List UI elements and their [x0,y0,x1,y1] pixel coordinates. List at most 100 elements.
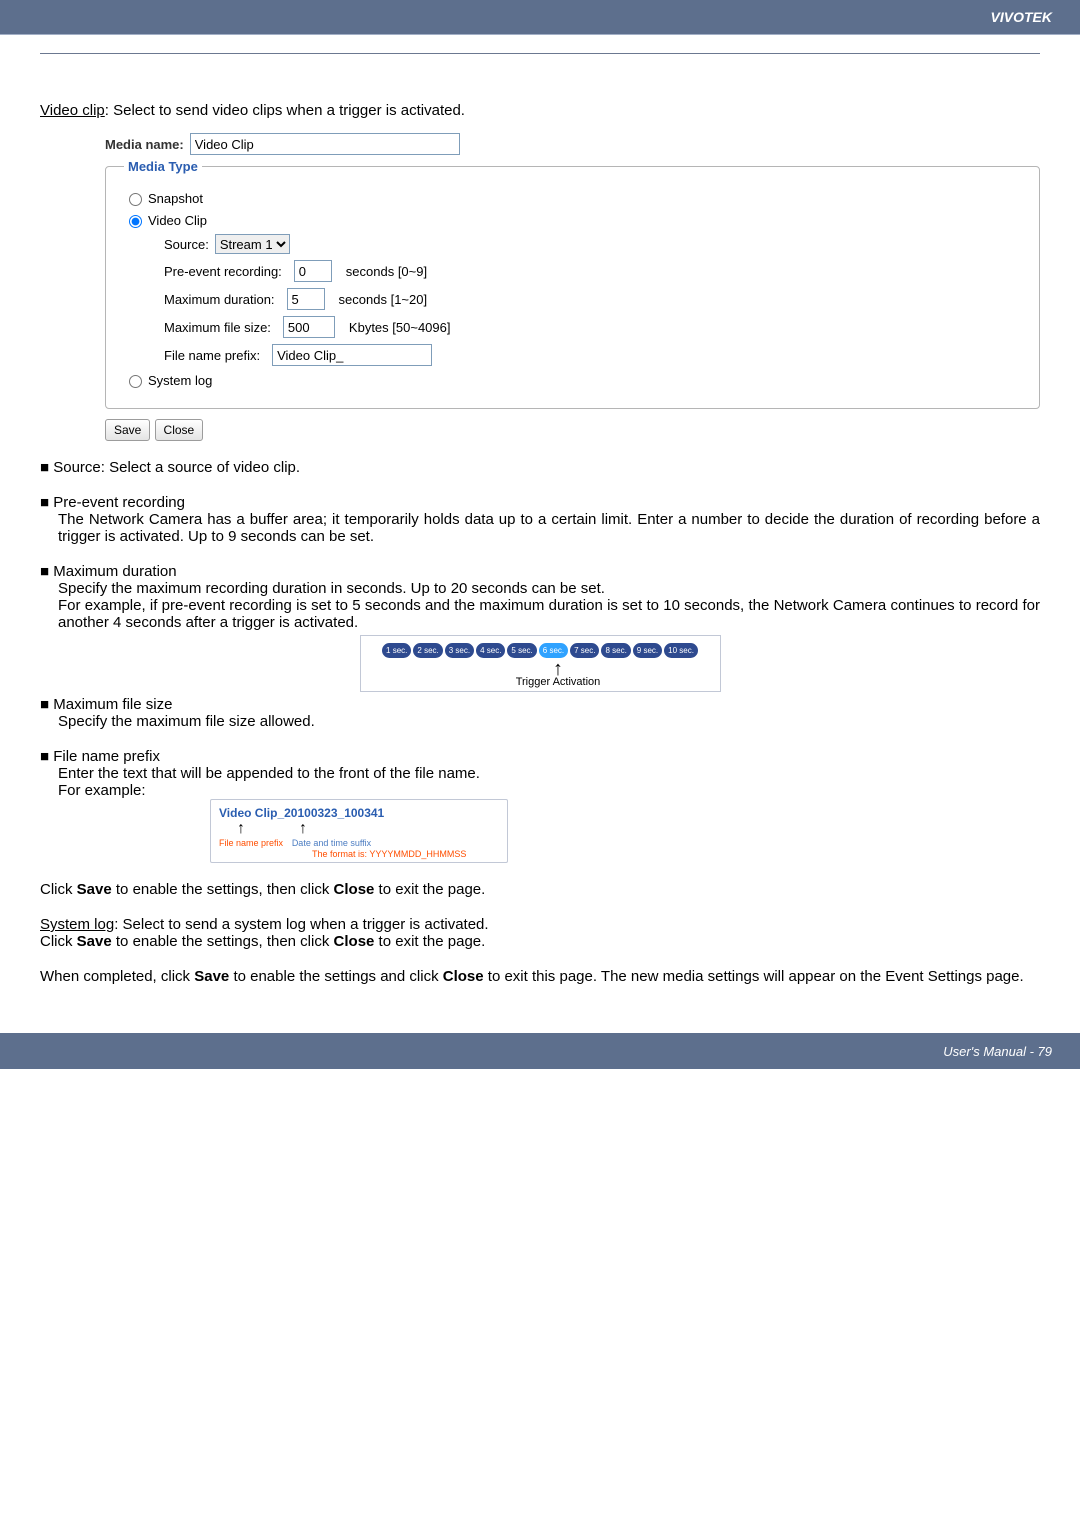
video-clip-label: Video Clip [148,213,207,228]
arrow-up-icon: ↑ [404,662,713,676]
file-name-format: The format is: YYYYMMDD_HHMMSS [312,849,499,859]
final-paragraph: When completed, click Save to enable the… [40,968,1040,985]
text: to exit the page. [374,933,485,950]
pre-event-input[interactable] [294,260,332,282]
max-duration-p2: For example, if pre-event recording is s… [58,597,1040,631]
save-button[interactable]: Save [105,419,150,441]
timeline-caption: Trigger Activation [404,676,713,688]
media-name-row: Media name: [105,133,1040,155]
pre-event-row: Pre-event recording: seconds [0~9] [164,260,1021,282]
pill-5: 5 sec. [507,643,536,658]
text: to exit this page. The new media setting… [484,968,1024,985]
snapshot-label: Snapshot [148,191,203,206]
close-bold: Close [334,933,375,950]
media-form: Media name: Media Type Snapshot Video Cl… [105,133,1040,441]
system-log-option[interactable]: System log [124,372,1021,388]
text: Click [40,881,77,898]
max-duration-row: Maximum duration: seconds [1~20] [164,288,1021,310]
max-size-head: Maximum file size [40,696,1040,713]
media-type-fieldset: Media Type Snapshot Video Clip Source: S… [105,159,1040,409]
text: to enable the settings, then click [112,933,334,950]
system-log-underline: System log [40,916,114,933]
pre-event-head: Pre-event recording [40,494,1040,511]
close-bold: Close [443,968,484,985]
arrow-up-icon: ↑ [299,820,307,838]
page-body: Video clip: Select to send video clips w… [0,54,1080,1009]
system-log-after: : Select to send a system log when a tri… [114,916,488,933]
media-name-label: Media name: [105,137,184,152]
media-name-input[interactable] [190,133,460,155]
for-example-label: For example: [58,782,1040,799]
text: to enable the settings, then click [112,881,334,898]
pill-1: 1 sec. [382,643,411,658]
source-row: Source: Stream 1 [164,234,1021,254]
pre-event-label: Pre-event recording: [164,264,282,279]
video-clip-underline: Video clip [40,102,105,119]
file-prefix-text: Enter the text that will be appended to … [58,765,1040,782]
file-name-suffix-label: Date and time suffix [292,838,371,848]
pre-event-suffix: seconds [0~9] [346,264,427,279]
snapshot-radio[interactable] [129,193,142,206]
snapshot-option[interactable]: Snapshot [124,190,1021,206]
file-prefix-label: File name prefix: [164,348,260,363]
pill-4: 4 sec. [476,643,505,658]
source-label: Source: [164,237,209,252]
close-button[interactable]: Close [155,419,204,441]
pill-8: 8 sec. [601,643,630,658]
media-type-legend: Media Type [124,159,202,174]
arrow-up-icon: ↑ [237,820,245,838]
video-clip-option[interactable]: Video Clip [124,212,1021,228]
footer-band: User's Manual - 79 [0,1033,1080,1069]
file-prefix-input[interactable] [272,344,432,366]
pill-6: 6 sec. [539,643,568,658]
max-size-input[interactable] [283,316,335,338]
source-bullet: Source: Select a source of video clip. [40,459,1040,476]
source-select[interactable]: Stream 1 [215,234,290,254]
brand: VIVOTEK [991,9,1052,25]
intro-after: : Select to send video clips when a trig… [105,102,465,119]
save-close-line-1: Click Save to enable the settings, then … [40,881,1040,898]
max-size-suffix: Kbytes [50~4096] [349,320,451,335]
timeline-diagram: 1 sec. 2 sec. 3 sec. 4 sec. 5 sec. 6 sec… [360,635,721,692]
intro-line: Video clip: Select to send video clips w… [40,102,1040,119]
page-number: User's Manual - 79 [943,1044,1052,1059]
pill-9: 9 sec. [633,643,662,658]
button-row: Save Close [105,419,1040,441]
save-bold: Save [77,933,112,950]
system-log-line: System log: Select to send a system log … [40,916,1040,933]
max-size-row: Maximum file size: Kbytes [50~4096] [164,316,1021,338]
max-size-text: Specify the maximum file size allowed. [58,713,1040,730]
file-name-sample: Video Clip_20100323_100341 [219,806,499,820]
pre-event-text: The Network Camera has a buffer area; it… [58,511,1040,545]
max-duration-suffix: seconds [1~20] [339,292,428,307]
file-prefix-row: File name prefix: [164,344,1021,366]
max-duration-p1: Specify the maximum recording duration i… [58,580,1040,597]
max-duration-label: Maximum duration: [164,292,275,307]
header-band: VIVOTEK [0,0,1080,35]
system-log-radio[interactable] [129,375,142,388]
file-prefix-head: File name prefix [40,748,1040,765]
file-name-prefix-label: File name prefix [219,838,283,848]
text: to enable the settings and click [229,968,442,985]
file-name-example: Video Clip_20100323_100341 ↑ ↑ File name… [210,799,508,863]
file-name-labels: File name prefix Date and time suffix [219,838,499,849]
pill-3: 3 sec. [445,643,474,658]
file-name-arrows: ↑ ↑ [237,820,499,838]
save-bold: Save [77,881,112,898]
video-clip-subblock: Source: Stream 1 Pre-event recording: se… [164,234,1021,366]
system-log-label: System log [148,373,212,388]
text: When completed, click [40,968,194,985]
text: Click [40,933,77,950]
pill-row: 1 sec. 2 sec. 3 sec. 4 sec. 5 sec. 6 sec… [368,643,713,658]
pill-2: 2 sec. [413,643,442,658]
pill-7: 7 sec. [570,643,599,658]
max-duration-input[interactable] [287,288,325,310]
max-size-label: Maximum file size: [164,320,271,335]
save-close-line-2: Click Save to enable the settings, then … [40,933,1040,950]
close-bold: Close [334,881,375,898]
max-duration-head: Maximum duration [40,563,1040,580]
save-bold: Save [194,968,229,985]
pill-10: 10 sec. [664,643,698,658]
video-clip-radio[interactable] [129,215,142,228]
text: to exit the page. [374,881,485,898]
